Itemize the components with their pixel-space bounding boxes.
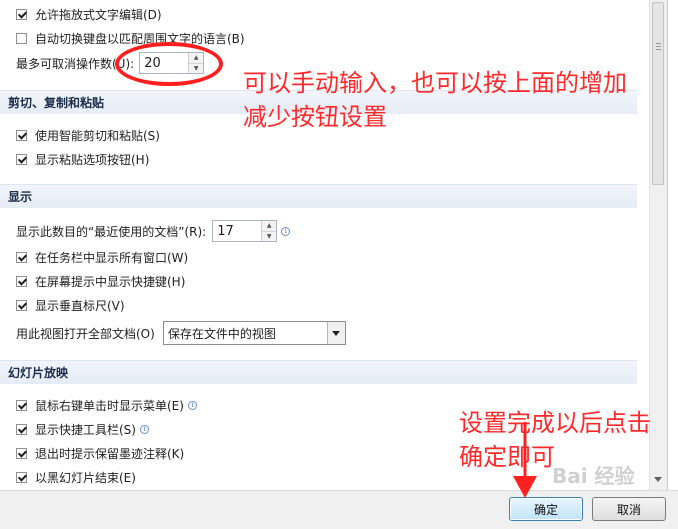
popup-toolbar-option[interactable]: 显示快捷工具栏(S) i	[16, 419, 149, 439]
info-icon: i	[281, 226, 291, 236]
right-click-menu-label: 鼠标右键单击时显示菜单(E)	[35, 398, 184, 413]
popup-toolbar-label: 显示快捷工具栏(S)	[35, 422, 136, 437]
annotation-line: 设置完成以后点击	[459, 409, 651, 437]
dropdown-arrow-icon[interactable]	[326, 322, 345, 344]
smart-cut-checkbox[interactable]	[16, 129, 27, 141]
smart-cut-label: 使用智能剪切和粘贴(S)	[35, 128, 160, 143]
recent-docs-row: 显示此数目的“最近使用的文档”(R): 17 ▲ ▼ i	[16, 220, 291, 242]
open-view-selected: 保存在文件中的视图	[167, 326, 276, 341]
auto-keyboard-checkbox[interactable]	[16, 32, 27, 44]
taskbar-windows-option[interactable]: 在任务栏中显示所有窗口(W)	[16, 247, 188, 267]
section-slideshow: 幻灯片放映	[0, 360, 637, 384]
annotation-note-spinner: 可以手动输入，也可以按上面的增加 减少按钮设置	[243, 66, 627, 134]
open-view-dropdown[interactable]: 保存在文件中的视图	[162, 321, 346, 345]
paste-options-label: 显示粘贴选项按钮(H)	[35, 152, 150, 167]
scroll-down-icon[interactable]	[654, 477, 662, 486]
auto-keyboard-label: 自动切换键盘以匹配周围文字的语言(B)	[35, 31, 245, 46]
spin-down-icon[interactable]: ▼	[262, 230, 277, 241]
cancel-button[interactable]: 取消	[592, 497, 666, 521]
watermark: Bai 经验	[552, 464, 635, 488]
screentip-shortcuts-checkbox[interactable]	[16, 275, 27, 287]
auto-keyboard-option[interactable]: 自动切换键盘以匹配周围文字的语言(B)	[16, 28, 245, 48]
screentip-shortcuts-label: 在屏幕提示中显示快捷键(H)	[35, 274, 186, 289]
info-icon: i	[139, 424, 149, 434]
taskbar-windows-checkbox[interactable]	[16, 251, 27, 263]
vertical-ruler-option[interactable]: 显示垂直标尺(V)	[16, 295, 125, 315]
allow-drag-text-label: 允许拖放式文字编辑(D)	[35, 7, 162, 22]
keep-ink-label: 退出时提示保留墨迹注释(K)	[35, 446, 185, 461]
screentip-shortcuts-option[interactable]: 在屏幕提示中显示快捷键(H)	[16, 271, 185, 291]
open-view-label: 用此视图打开全部文档(O)	[16, 326, 155, 341]
popup-toolbar-checkbox[interactable]	[16, 423, 27, 435]
end-black-option[interactable]: 以黑幻灯片结束(E)	[16, 467, 136, 487]
right-click-menu-checkbox[interactable]	[16, 399, 27, 411]
allow-drag-text-checkbox[interactable]	[16, 8, 27, 20]
ok-button[interactable]: 确定	[509, 497, 583, 521]
window-edge	[667, 0, 678, 490]
taskbar-windows-label: 在任务栏中显示所有窗口(W)	[35, 250, 189, 265]
right-click-menu-option[interactable]: 鼠标右键单击时显示菜单(E) i	[16, 395, 197, 415]
info-icon: i	[187, 400, 197, 410]
recent-docs-label: 显示此数目的“最近使用的文档”(R):	[16, 224, 207, 239]
vertical-ruler-label: 显示垂直标尺(V)	[35, 298, 125, 313]
smart-cut-option[interactable]: 使用智能剪切和粘贴(S)	[16, 125, 160, 145]
dialog-footer: 确定 取消	[0, 490, 678, 529]
allow-drag-text-option[interactable]: 允许拖放式文字编辑(D)	[16, 4, 162, 24]
end-black-label: 以黑幻灯片结束(E)	[35, 470, 136, 485]
scrollbar-thumb[interactable]	[652, 2, 664, 185]
red-arrow-icon	[513, 422, 537, 498]
end-black-checkbox[interactable]	[16, 471, 27, 483]
recent-docs-value[interactable]: 17	[213, 221, 261, 241]
keep-ink-checkbox[interactable]	[16, 447, 27, 459]
spin-up-icon[interactable]: ▲	[262, 221, 277, 231]
paste-options-option[interactable]: 显示粘贴选项按钮(H)	[16, 149, 149, 169]
highlight-oval	[115, 42, 223, 86]
annotation-line: 减少按钮设置	[243, 103, 387, 131]
open-view-row: 用此视图打开全部文档(O) 保存在文件中的视图	[16, 321, 346, 345]
section-display: 显示	[0, 184, 637, 208]
paste-options-checkbox[interactable]	[16, 153, 27, 165]
vertical-ruler-checkbox[interactable]	[16, 299, 27, 311]
keep-ink-option[interactable]: 退出时提示保留墨迹注释(K)	[16, 443, 184, 463]
annotation-line: 可以手动输入，也可以按上面的增加	[243, 69, 627, 97]
vertical-scrollbar[interactable]	[649, 0, 667, 490]
recent-docs-spinner[interactable]: 17 ▲ ▼	[212, 220, 278, 242]
